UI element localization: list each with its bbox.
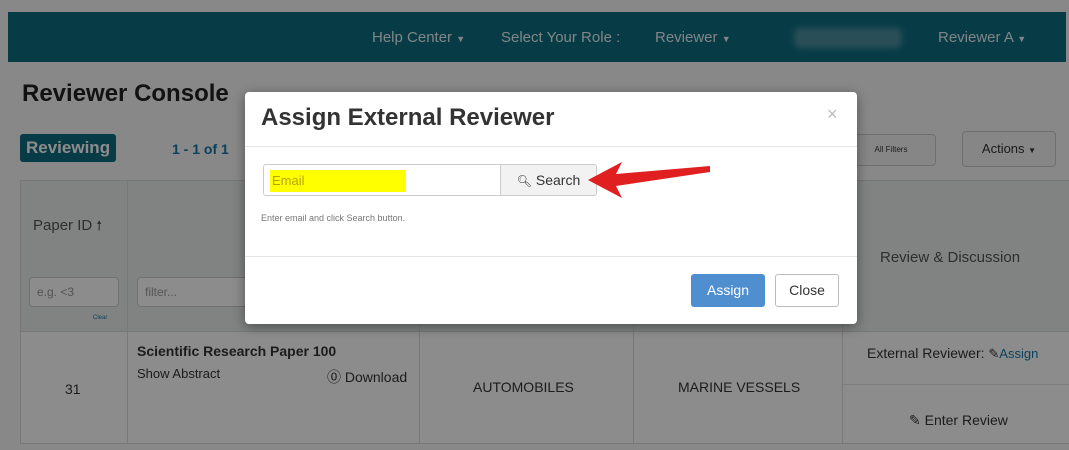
modal-close-icon[interactable]: × bbox=[827, 104, 838, 125]
help-text: Enter email and click Search button. bbox=[261, 213, 406, 223]
assign-external-reviewer-modal: Assign External Reviewer × Email 🔍︎ Sear… bbox=[245, 92, 857, 324]
modal-title: Assign External Reviewer bbox=[261, 104, 555, 131]
search-button-label: Search bbox=[535, 172, 581, 188]
email-placeholder: Email bbox=[272, 173, 305, 188]
email-input[interactable]: Email bbox=[263, 164, 501, 196]
close-button[interactable]: Close bbox=[775, 274, 839, 307]
search-button[interactable]: 🔍︎ Search bbox=[501, 164, 597, 196]
search-icon: 🔍︎ bbox=[516, 174, 532, 188]
assign-button[interactable]: Assign bbox=[691, 274, 765, 307]
red-arrow-icon bbox=[588, 162, 710, 198]
